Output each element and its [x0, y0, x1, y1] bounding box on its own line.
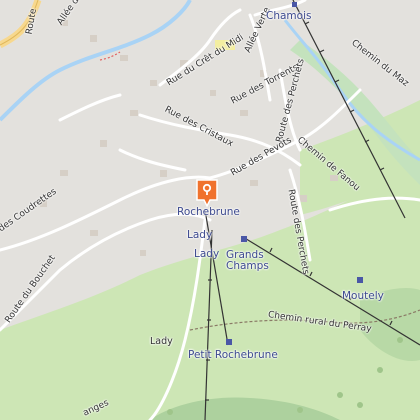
place-label-lady-bottom[interactable]: Lady: [150, 337, 173, 347]
map-canvas[interactable]: Route Allée des Allée Verte Rue du Crêt …: [0, 0, 420, 420]
place-label-rochebrune[interactable]: Rochebrune: [177, 207, 240, 218]
place-label-petit-rochebrune[interactable]: Petit Rochebrune: [188, 350, 278, 361]
station-square: [226, 339, 232, 345]
place-label-lady[interactable]: Lady: [187, 230, 212, 241]
station-square: [292, 2, 297, 7]
station-square: [357, 277, 363, 283]
place-label-lady-small[interactable]: Lady: [194, 249, 219, 260]
place-label-grands-champs[interactable]: Grands Champs: [226, 249, 269, 272]
map-pin-icon[interactable]: [194, 178, 220, 208]
place-label-chamois[interactable]: Chamois: [266, 11, 311, 22]
place-label-moutely[interactable]: Moutely: [342, 291, 384, 302]
station-square: [241, 236, 247, 242]
